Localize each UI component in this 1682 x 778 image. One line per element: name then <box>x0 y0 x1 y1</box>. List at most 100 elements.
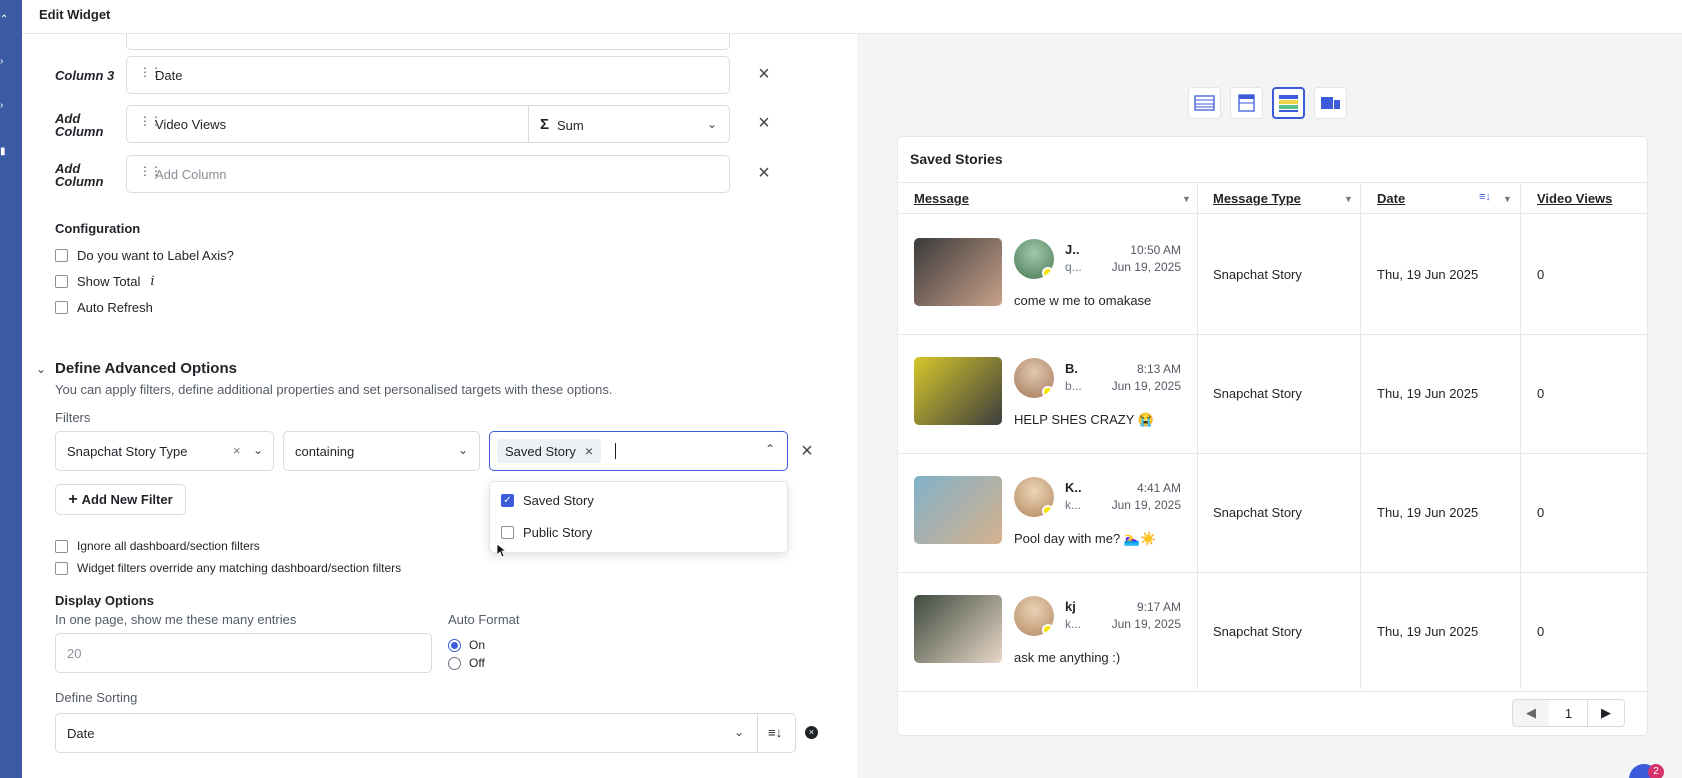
date-cell: Thu, 19 Jun 2025 <box>1377 505 1479 520</box>
remove-add-column-icon[interactable]: × <box>755 163 773 183</box>
auto-format-off[interactable]: Off <box>448 656 485 670</box>
avatar <box>1014 477 1054 517</box>
dropdown-option-saved-story[interactable]: ✓ Saved Story <box>501 493 594 508</box>
remove-video-views-icon[interactable]: × <box>755 113 773 133</box>
story-thumbnail[interactable] <box>914 476 1002 544</box>
date-cell: Thu, 19 Jun 2025 <box>1377 386 1479 401</box>
avatar <box>1014 596 1054 636</box>
dropdown-option-public-story[interactable]: Public Story <box>501 525 592 540</box>
post-time: 8:13 AM <box>1136 362 1181 376</box>
message-type-cell: Snapchat Story <box>1213 624 1302 639</box>
column-label: Column 3 <box>55 68 115 83</box>
header-message-type[interactable]: Message Type <box>1213 191 1301 206</box>
public-story-checkbox[interactable] <box>501 526 514 539</box>
sort-icon[interactable]: ≡↓ <box>768 725 782 740</box>
saved-story-checkbox[interactable]: ✓ <box>501 494 514 507</box>
drag-handle-icon[interactable]: ⋮⋮ <box>139 66 162 83</box>
header-message[interactable]: Message <box>914 191 969 206</box>
filter-caret-icon[interactable]: ▼ <box>1503 194 1512 204</box>
filter-value-select[interactable]: Saved Story × ⌃ <box>489 431 788 471</box>
table-row[interactable]: J.. q... 10:50 AM Jun 19, 2025 come w me to … <box>898 215 1647 335</box>
info-icon[interactable]: i <box>150 274 154 289</box>
snapchat-badge-icon <box>1042 386 1054 398</box>
filter-caret-icon[interactable]: ▼ <box>1182 194 1191 204</box>
clear-icon[interactable]: × <box>233 443 241 458</box>
color-table-view-icon[interactable] <box>1272 87 1305 119</box>
plus-icon: + <box>68 490 78 508</box>
remove-chip-icon[interactable]: × <box>585 443 593 459</box>
table-row[interactable]: K.. k... 4:41 AM Jun 19, 2025 Pool day with … <box>898 453 1647 573</box>
filter-caret-icon[interactable]: ▼ <box>1344 194 1353 204</box>
add-column-field[interactable]: ⋮⋮ Add Column <box>126 155 730 193</box>
drag-handle-icon[interactable]: ⋮⋮ <box>139 165 162 182</box>
left-nav-rail: ⌃ › › ▮ <box>0 0 22 778</box>
field-divider <box>757 714 758 752</box>
drag-handle-icon[interactable]: ⋮⋮ <box>139 115 162 132</box>
story-message: Pool day with me? 🏊‍♀️☀️ <box>1014 531 1157 546</box>
ignore-filters-option[interactable]: Ignore all dashboard/section filters <box>55 538 260 554</box>
sort-icon[interactable]: ≡↓ <box>1479 191 1491 203</box>
add-new-filter-button[interactable]: + Add New Filter <box>55 484 186 515</box>
filter-operator-select[interactable]: containing ⌄ <box>283 431 480 471</box>
ignore-filters-label: Ignore all dashboard/section filters <box>77 539 260 553</box>
video-views-cell: 0 <box>1537 386 1545 401</box>
list-view-icon[interactable] <box>1230 87 1263 119</box>
column-3-field[interactable]: ⋮⋮ Date <box>126 56 730 94</box>
nav-icon-1[interactable]: ⌃ <box>0 14 8 25</box>
define-sorting-label: Define Sorting <box>55 690 138 705</box>
ignore-filters-checkbox[interactable] <box>55 539 68 553</box>
remove-column-3-icon[interactable]: × <box>755 64 773 84</box>
auto-format-label: Auto Format <box>448 612 520 627</box>
show-total-checkbox[interactable] <box>55 274 68 288</box>
chevron-down-icon[interactable]: ⌄ <box>458 443 470 457</box>
auto-refresh-checkbox[interactable] <box>55 300 68 314</box>
auto-format-on-radio[interactable] <box>448 638 461 652</box>
auto-format-off-radio[interactable] <box>448 656 461 670</box>
card-view-icon[interactable] <box>1314 87 1347 119</box>
selected-chip: Saved Story × <box>497 439 602 463</box>
auto-refresh-option[interactable]: Auto Refresh <box>55 299 153 315</box>
nav-icon-2[interactable]: › <box>0 56 6 67</box>
pager-next-button[interactable]: ▶ <box>1587 699 1625 727</box>
nav-icon-4[interactable]: ▮ <box>0 146 6 157</box>
aggregation-select[interactable]: Sum <box>557 118 584 133</box>
nav-icon-3[interactable]: › <box>0 100 6 111</box>
override-filters-checkbox[interactable] <box>55 561 68 575</box>
sum-sigma-icon: Σ <box>540 116 550 133</box>
table-row[interactable]: B. b... 8:13 AM Jun 19, 2025 HELP SHES CRAZY… <box>898 334 1647 454</box>
chevron-up-icon[interactable]: ⌃ <box>765 442 777 456</box>
filter-dropdown-menu: ✓ Saved Story Public Story <box>489 481 788 553</box>
story-thumbnail[interactable] <box>914 238 1002 306</box>
label-axis-option[interactable]: Do you want to Label Axis? <box>55 247 234 263</box>
clear-sort-icon[interactable]: × <box>805 726 818 739</box>
user-name: B. <box>1065 361 1078 376</box>
configuration-title: Configuration <box>55 221 141 236</box>
sorting-select[interactable]: Date ⌄ ≡↓ <box>55 713 796 753</box>
collapse-chevron-icon[interactable]: ⌄ <box>36 362 46 376</box>
table-view-icon[interactable] <box>1188 87 1221 119</box>
table-row[interactable]: kj k... 9:17 AM Jun 19, 2025 ask me anything… <box>898 572 1647 692</box>
story-thumbnail[interactable] <box>914 595 1002 663</box>
column-field-partial[interactable] <box>126 34 730 50</box>
advanced-options-title[interactable]: Define Advanced Options <box>55 360 237 377</box>
story-thumbnail[interactable] <box>914 357 1002 425</box>
header-date[interactable]: Date <box>1377 191 1405 206</box>
override-filters-option[interactable]: Widget filters override any matching das… <box>55 560 401 576</box>
chevron-down-icon[interactable]: ⌄ <box>253 443 265 457</box>
pager-prev-button[interactable]: ◀ <box>1512 699 1550 727</box>
label-axis-checkbox[interactable] <box>55 248 68 262</box>
entries-input[interactable]: 20 <box>55 633 432 673</box>
table-header: Message ▼ Message Type ▼ Date ≡↓ ▼ Video… <box>898 182 1647 214</box>
filter-field-select[interactable]: Snapchat Story Type × ⌄ <box>55 431 274 471</box>
video-views-field[interactable]: ⋮⋮ Video Views Σ Sum ⌄ <box>126 105 730 143</box>
avatar <box>1014 239 1054 279</box>
auto-format-on[interactable]: On <box>448 638 485 652</box>
avatar <box>1014 358 1054 398</box>
saved-story-label: Saved Story <box>523 493 594 508</box>
show-total-option[interactable]: Show Total i <box>55 273 155 289</box>
chevron-down-icon[interactable]: ⌄ <box>734 725 746 739</box>
pager-current-page[interactable]: 1 <box>1549 699 1588 727</box>
chevron-down-icon[interactable]: ⌄ <box>707 117 719 131</box>
remove-filter-icon[interactable]: × <box>798 441 816 461</box>
header-video-views[interactable]: Video Views <box>1537 191 1612 206</box>
